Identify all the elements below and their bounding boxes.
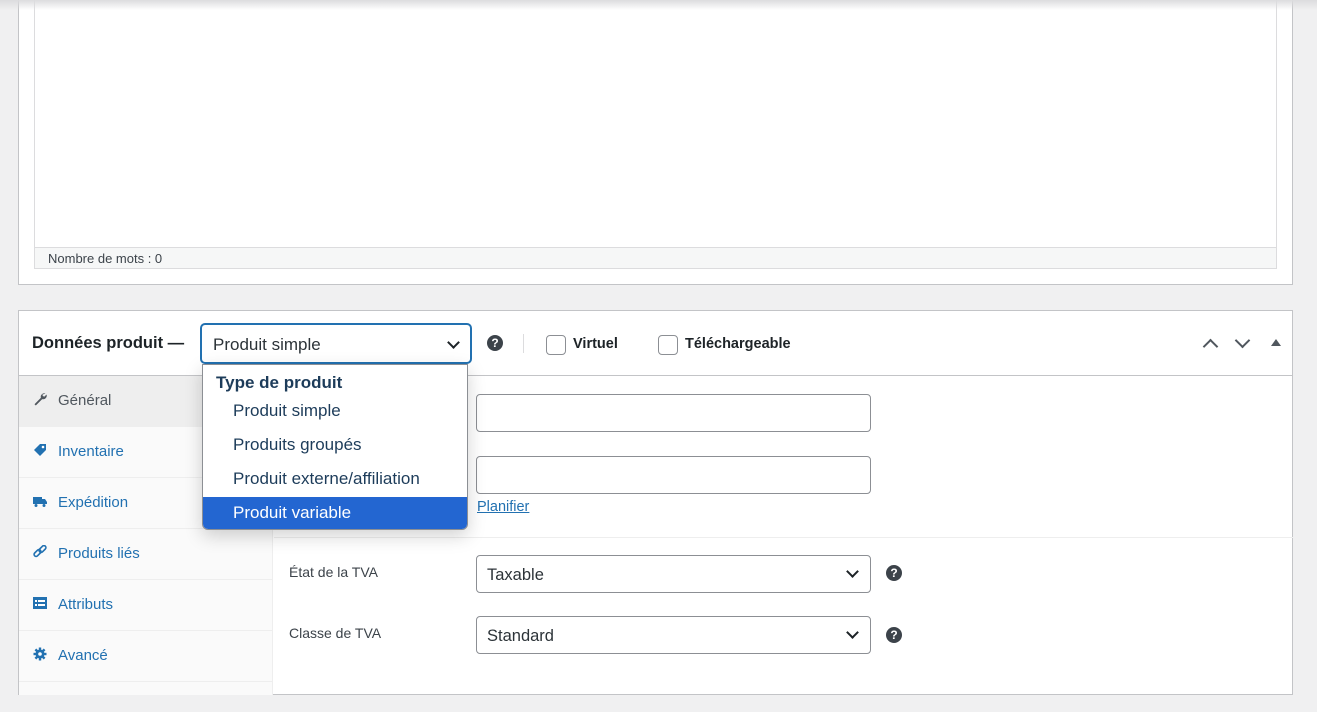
option-simple-product[interactable]: Produit simple bbox=[203, 395, 467, 429]
option-external-product[interactable]: Produit externe/affiliation bbox=[203, 463, 467, 497]
section-divider bbox=[274, 537, 1293, 538]
tab-label: Expédition bbox=[58, 494, 129, 511]
list-icon bbox=[33, 597, 47, 609]
tax-class-value: Standard bbox=[487, 627, 554, 645]
editor-box: Nombre de mots : 0 bbox=[18, 0, 1293, 285]
chevron-down-icon bbox=[846, 626, 859, 639]
schedule-link[interactable]: Planifier bbox=[477, 499, 529, 515]
product-type-select[interactable]: Produit simple bbox=[201, 324, 471, 363]
regular-price-input[interactable] bbox=[476, 394, 871, 432]
move-up-icon[interactable] bbox=[1202, 338, 1219, 355]
chevron-down-icon bbox=[447, 336, 460, 349]
optgroup-label: Type de produit bbox=[216, 373, 343, 392]
tab-attributes[interactable]: Attributs bbox=[19, 580, 273, 631]
tab-linked-products[interactable]: Produits liés bbox=[19, 529, 273, 580]
product-type-value: Produit simple bbox=[213, 335, 321, 354]
tab-label: Produits liés bbox=[58, 545, 140, 562]
downloadable-label: Téléchargeable bbox=[685, 336, 791, 352]
truck-icon bbox=[33, 497, 47, 507]
tab-label: Attributs bbox=[58, 596, 114, 613]
tab-label: Général bbox=[58, 392, 112, 409]
product-type-dropdown: Type de produit Produit simple Produits … bbox=[202, 364, 468, 530]
content-editor[interactable] bbox=[34, 0, 1277, 248]
tab-label: Avancé bbox=[58, 647, 108, 664]
chevron-down-icon bbox=[846, 565, 859, 578]
top-shadow bbox=[0, 0, 1317, 10]
link-icon bbox=[33, 545, 47, 558]
wrench-icon bbox=[34, 393, 47, 406]
tax-class-label: Classe de TVA bbox=[289, 625, 382, 641]
tag-icon bbox=[34, 444, 46, 456]
tax-class-select[interactable]: Standard bbox=[476, 616, 871, 654]
help-icon[interactable]: ? bbox=[487, 335, 503, 351]
help-icon[interactable]: ? bbox=[886, 565, 902, 581]
tab-advanced[interactable]: Avancé bbox=[19, 631, 273, 682]
downloadable-checkbox[interactable] bbox=[658, 335, 678, 355]
tax-status-value: Taxable bbox=[487, 566, 544, 584]
virtual-label: Virtuel bbox=[573, 336, 618, 352]
collapse-toggle-icon[interactable] bbox=[1271, 339, 1281, 346]
product-data-title: Données produit — bbox=[32, 334, 185, 352]
divider bbox=[523, 334, 524, 353]
tax-status-label: État de la TVA bbox=[289, 564, 378, 580]
option-variable-product[interactable]: Produit variable bbox=[203, 497, 467, 529]
sale-price-input[interactable] bbox=[476, 456, 871, 494]
tax-status-select[interactable]: Taxable bbox=[476, 555, 871, 593]
option-grouped-product[interactable]: Produits groupés bbox=[203, 429, 467, 463]
virtual-checkbox[interactable] bbox=[546, 335, 566, 355]
help-icon[interactable]: ? bbox=[886, 627, 902, 643]
tab-label: Inventaire bbox=[58, 443, 124, 460]
move-down-icon[interactable] bbox=[1234, 332, 1251, 349]
word-count: Nombre de mots : 0 bbox=[34, 247, 1277, 269]
gear-icon bbox=[33, 647, 47, 661]
